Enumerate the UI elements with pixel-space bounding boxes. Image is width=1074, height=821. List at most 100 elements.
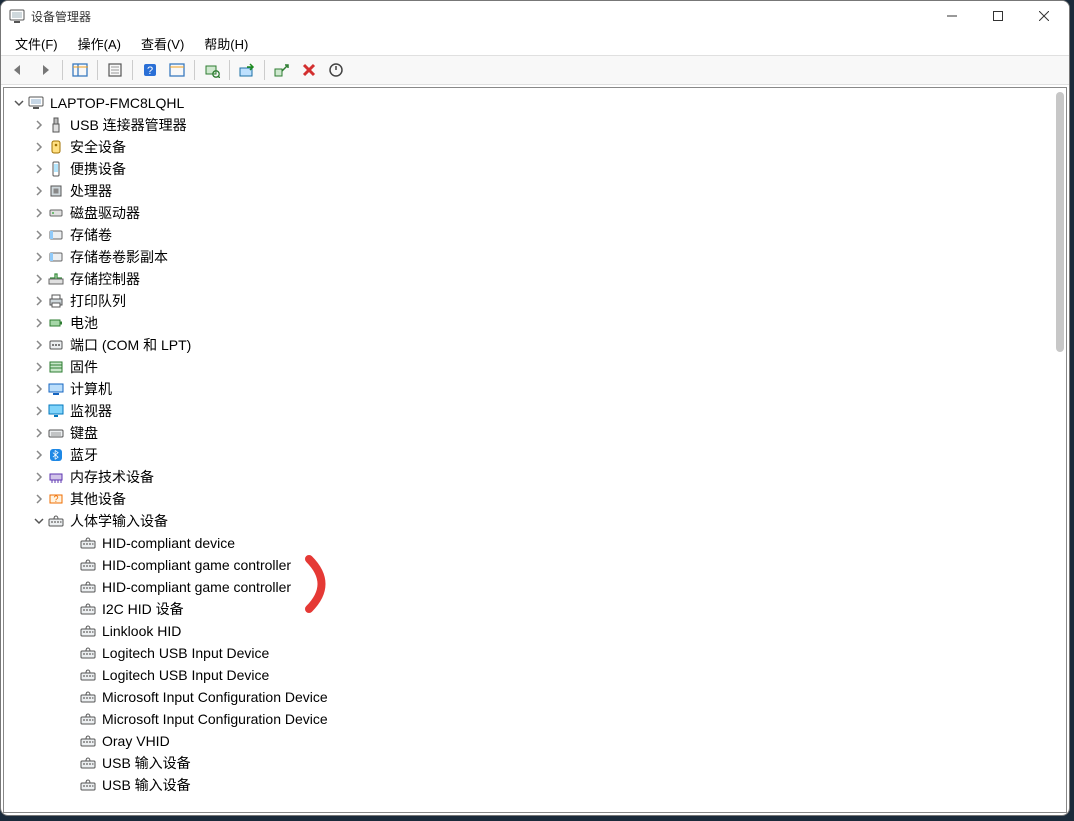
device-label: HID-compliant game controller (102, 557, 291, 573)
maximize-button[interactable] (975, 1, 1021, 31)
device-item[interactable]: Oray VHID (8, 730, 1066, 752)
chevron-right-icon[interactable] (32, 118, 46, 132)
update-driver-button[interactable] (234, 58, 260, 82)
vertical-scrollbar[interactable] (1056, 92, 1064, 352)
category-item[interactable]: 安全设备 (8, 136, 1066, 158)
category-label: 便携设备 (70, 159, 126, 179)
device-item[interactable]: Logitech USB Input Device (8, 642, 1066, 664)
category-item[interactable]: 计算机 (8, 378, 1066, 400)
device-tree[interactable]: LAPTOP-FMC8LQHLUSB 连接器管理器安全设备便携设备处理器磁盘驱动… (4, 88, 1066, 812)
category-label: 计算机 (70, 379, 112, 399)
chevron-right-icon[interactable] (32, 404, 46, 418)
expander-none (64, 712, 78, 726)
device-item[interactable]: Microsoft Input Configuration Device (8, 708, 1066, 730)
chevron-right-icon[interactable] (32, 426, 46, 440)
category-item[interactable]: 存储卷 (8, 224, 1066, 246)
category-item-hid[interactable]: 人体学输入设备 (8, 510, 1066, 532)
chevron-right-icon[interactable] (32, 250, 46, 264)
hid-icon (80, 579, 96, 595)
category-item[interactable]: ?其他设备 (8, 488, 1066, 510)
device-item[interactable]: I2C HID 设备 (8, 598, 1066, 620)
uninstall-device-button[interactable] (269, 58, 295, 82)
device-manager-window: 设备管理器 文件(F) 操作(A) 查看(V) 帮助(H) ? (0, 0, 1070, 816)
device-item[interactable]: HID-compliant game controller (8, 576, 1066, 598)
category-item[interactable]: 打印队列 (8, 290, 1066, 312)
update-driver-icon (239, 62, 255, 78)
chevron-right-icon[interactable] (32, 162, 46, 176)
hid-icon (80, 623, 96, 639)
device-item[interactable]: HID-compliant game controller (8, 554, 1066, 576)
chevron-right-icon[interactable] (32, 140, 46, 154)
category-item[interactable]: 端口 (COM 和 LPT) (8, 334, 1066, 356)
chevron-right-icon[interactable] (32, 360, 46, 374)
help-button[interactable]: ? (137, 58, 163, 82)
category-item[interactable]: 磁盘驱动器 (8, 202, 1066, 224)
uninstall-icon (274, 62, 290, 78)
expander-none (64, 602, 78, 616)
scan-hardware-button[interactable] (199, 58, 225, 82)
svg-text:?: ? (147, 65, 153, 77)
cpu-icon (48, 183, 64, 199)
menu-view[interactable]: 查看(V) (131, 32, 194, 55)
chevron-right-icon[interactable] (32, 316, 46, 330)
category-item[interactable]: 键盘 (8, 422, 1066, 444)
expander-none (64, 734, 78, 748)
chevron-right-icon[interactable] (32, 228, 46, 242)
chevron-right-icon[interactable] (32, 184, 46, 198)
volume-icon (48, 227, 64, 243)
back-button[interactable] (5, 58, 31, 82)
expander-none (64, 580, 78, 594)
category-item[interactable]: 存储卷卷影副本 (8, 246, 1066, 268)
device-item[interactable]: Microsoft Input Configuration Device (8, 686, 1066, 708)
category-label: 存储卷 (70, 225, 112, 245)
category-item[interactable]: 固件 (8, 356, 1066, 378)
chevron-right-icon[interactable] (32, 492, 46, 506)
chevron-right-icon[interactable] (32, 470, 46, 484)
device-item[interactable]: Logitech USB Input Device (8, 664, 1066, 686)
close-button[interactable] (1021, 1, 1067, 31)
device-item[interactable]: Linklook HID (8, 620, 1066, 642)
forward-button[interactable] (32, 58, 58, 82)
category-item[interactable]: 便携设备 (8, 158, 1066, 180)
menubar: 文件(F) 操作(A) 查看(V) 帮助(H) (1, 31, 1069, 55)
tree-root[interactable]: LAPTOP-FMC8LQHL (8, 92, 1066, 114)
hid-icon (80, 711, 96, 727)
chevron-right-icon[interactable] (32, 382, 46, 396)
expander-none (64, 778, 78, 792)
chevron-right-icon[interactable] (32, 338, 46, 352)
category-item[interactable]: USB 连接器管理器 (8, 114, 1066, 136)
menu-action[interactable]: 操作(A) (68, 32, 131, 55)
menu-file[interactable]: 文件(F) (5, 32, 68, 55)
menu-help[interactable]: 帮助(H) (194, 32, 258, 55)
category-item[interactable]: 蓝牙 (8, 444, 1066, 466)
back-arrow-icon (10, 62, 26, 78)
device-item[interactable]: HID-compliant device (8, 532, 1066, 554)
chevron-down-icon[interactable] (32, 514, 46, 528)
expander-none (64, 624, 78, 638)
chevron-right-icon[interactable] (32, 272, 46, 286)
enable-device-button[interactable] (323, 58, 349, 82)
category-item[interactable]: 监视器 (8, 400, 1066, 422)
category-item[interactable]: 内存技术设备 (8, 466, 1066, 488)
category-label: 其他设备 (70, 489, 126, 509)
category-label: 固件 (70, 357, 98, 377)
hid-icon (80, 667, 96, 683)
chevron-right-icon[interactable] (32, 294, 46, 308)
disable-device-button[interactable] (296, 58, 322, 82)
category-label: 电池 (70, 313, 98, 333)
show-hide-console-tree-button[interactable] (67, 58, 93, 82)
device-item[interactable]: USB 输入设备 (8, 752, 1066, 774)
hid-icon (80, 535, 96, 551)
category-item[interactable]: 电池 (8, 312, 1066, 334)
action-button[interactable] (164, 58, 190, 82)
properties-button[interactable] (102, 58, 128, 82)
category-item[interactable]: 存储控制器 (8, 268, 1066, 290)
chevron-right-icon[interactable] (32, 206, 46, 220)
forward-arrow-icon (37, 62, 53, 78)
chevron-right-icon[interactable] (32, 448, 46, 462)
usb-icon (48, 117, 64, 133)
device-item[interactable]: USB 输入设备 (8, 774, 1066, 796)
minimize-button[interactable] (929, 1, 975, 31)
chevron-down-icon[interactable] (12, 96, 26, 110)
category-item[interactable]: 处理器 (8, 180, 1066, 202)
